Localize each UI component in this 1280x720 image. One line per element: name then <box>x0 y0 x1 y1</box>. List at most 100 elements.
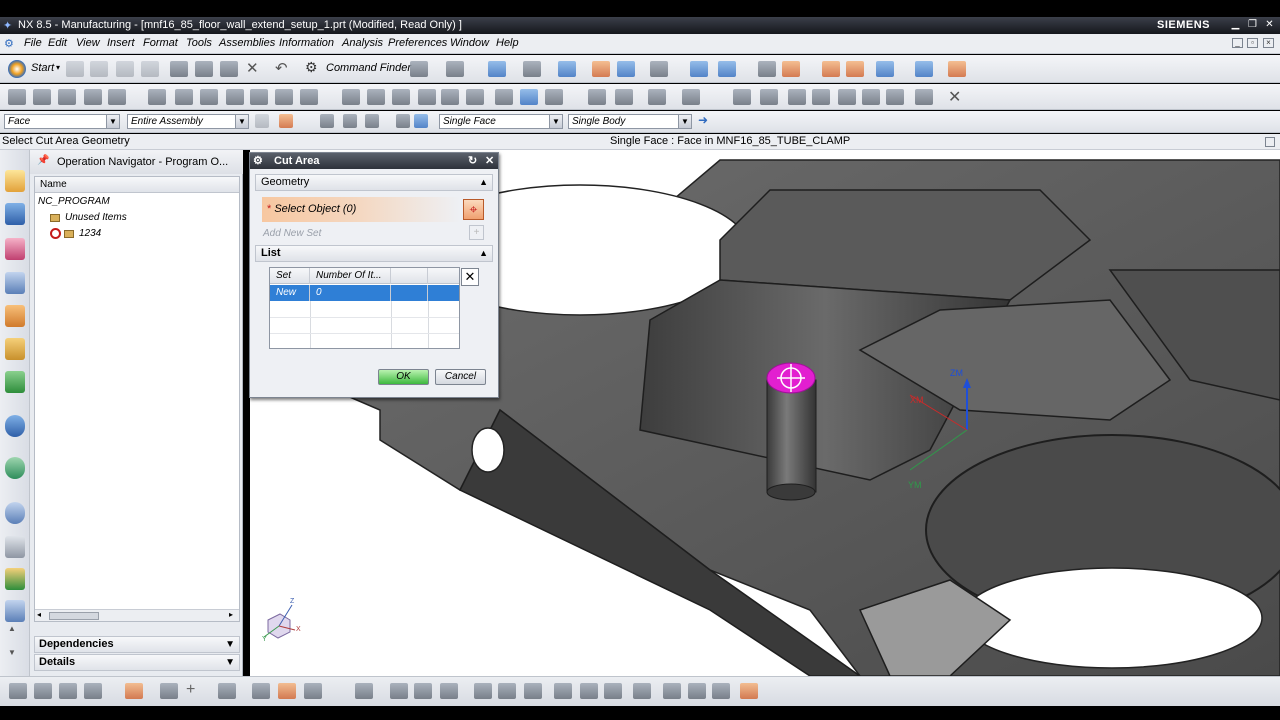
display-icon[interactable] <box>392 89 410 105</box>
generate-icon[interactable] <box>846 61 864 77</box>
menu-insert[interactable]: Insert <box>107 37 135 49</box>
column-set[interactable]: Set <box>270 268 310 284</box>
offset-icon[interactable] <box>862 89 880 105</box>
method-icon[interactable] <box>226 89 244 105</box>
face-rule-select[interactable]: Single Face ▼ <box>439 114 563 129</box>
undo-icon[interactable]: ↶ <box>275 59 288 77</box>
geometry-view-icon[interactable] <box>690 61 708 77</box>
doc-close-icon[interactable]: × <box>1263 38 1274 48</box>
add-new-set-icon[interactable]: + <box>469 225 484 240</box>
feed-icon[interactable] <box>615 89 633 105</box>
wcs-icon[interactable] <box>782 61 800 77</box>
arrow-right-icon[interactable]: ➜ <box>698 113 708 127</box>
tree-node-nc-program[interactable]: NC_PROGRAM <box>35 194 239 210</box>
bottom-tool-14-icon[interactable] <box>474 683 492 699</box>
bottom-tool-18-icon[interactable] <box>580 683 598 699</box>
wave-icon[interactable] <box>760 89 778 105</box>
bottom-tool-5-icon[interactable] <box>160 683 178 699</box>
trim-icon[interactable] <box>915 89 933 105</box>
bottom-tool-3-icon[interactable] <box>59 683 77 699</box>
information-icon[interactable] <box>446 61 464 77</box>
create-operation-icon[interactable] <box>108 89 126 105</box>
scrollbar-thumb[interactable] <box>49 612 99 620</box>
table-row[interactable]: New 0 <box>270 285 459 301</box>
tab-reuse-library[interactable] <box>5 371 25 393</box>
tab-operation-navigator[interactable] <box>5 272 25 294</box>
plus-icon[interactable]: + <box>186 681 195 699</box>
column-number-of-items[interactable]: Number Of It... <box>310 268 391 284</box>
body-icon[interactable] <box>414 114 428 128</box>
print-icon[interactable] <box>141 61 159 77</box>
tab-feature-navigator[interactable] <box>5 338 25 360</box>
tab-help[interactable] <box>5 415 25 437</box>
cancel-button[interactable]: Cancel <box>435 369 486 385</box>
menu-tools[interactable]: Tools <box>186 37 212 49</box>
menu-file[interactable]: File <box>24 37 42 49</box>
reset-icon[interactable]: ↻ <box>468 154 477 167</box>
new-icon[interactable] <box>66 61 84 77</box>
open-icon[interactable] <box>90 61 108 77</box>
layer-icon[interactable] <box>758 61 776 77</box>
create-tool-icon[interactable] <box>33 89 51 105</box>
create-method-icon[interactable] <box>84 89 102 105</box>
filter-reset-icon[interactable] <box>255 114 269 128</box>
dialog-title-bar[interactable]: ⚙ Cut Area ↻ ✕ <box>250 153 498 169</box>
save-icon[interactable] <box>116 61 134 77</box>
restore-icon[interactable]: ❐ <box>1246 19 1259 31</box>
doc-minimize-icon[interactable]: _ <box>1232 38 1243 48</box>
details-panel[interactable]: Details ▼ <box>34 654 240 671</box>
transform-icon[interactable] <box>367 89 385 105</box>
bottom-tool-22-icon[interactable] <box>688 683 706 699</box>
body-rule-select[interactable]: Single Body ▼ <box>568 114 692 129</box>
tab-machine-navigator[interactable] <box>5 305 25 327</box>
scroll-down-icon[interactable]: ▼ <box>8 648 16 657</box>
measure-icon[interactable] <box>948 61 966 77</box>
bottom-tool-16-icon[interactable] <box>524 683 542 699</box>
rectangle-method-icon[interactable] <box>365 114 379 128</box>
list-icon[interactable] <box>441 89 459 105</box>
machine-tool-view-icon[interactable] <box>718 61 736 77</box>
snap-point-icon[interactable] <box>822 61 840 77</box>
menu-format[interactable]: Format <box>143 37 178 49</box>
replay-icon[interactable] <box>418 89 436 105</box>
start-dropdown-icon[interactable]: ▾ <box>56 63 60 72</box>
scroll-up-icon[interactable]: ▲ <box>8 624 16 633</box>
tab-history[interactable] <box>5 502 25 524</box>
horizontal-scrollbar[interactable]: ◂ ▸ <box>35 609 239 621</box>
menu-window[interactable]: Window <box>450 37 489 49</box>
bottom-tool-8-icon[interactable] <box>278 683 296 699</box>
bottom-tool-13-icon[interactable] <box>440 683 458 699</box>
roles-icon[interactable] <box>410 61 428 77</box>
bottom-tool-12-icon[interactable] <box>414 683 432 699</box>
bottom-tool-23-icon[interactable] <box>712 683 730 699</box>
select-object-row[interactable]: * Select Object (0) <box>262 197 460 222</box>
window-layout-icon[interactable] <box>650 61 668 77</box>
show-hide-icon[interactable] <box>396 114 410 128</box>
fit-view-icon[interactable] <box>488 61 506 77</box>
close-icon[interactable]: ✕ <box>1263 19 1276 31</box>
type-filter-select[interactable]: Face ▼ <box>4 114 120 129</box>
menu-assemblies[interactable]: Assemblies <box>219 37 275 49</box>
tab-system-materials[interactable] <box>5 600 25 622</box>
tab-constraint-navigator[interactable] <box>5 203 25 225</box>
tree-node-unused-items[interactable]: Unused Items <box>35 210 239 226</box>
menu-view[interactable]: View <box>76 37 100 49</box>
remove-set-icon[interactable]: ✕ <box>461 268 479 286</box>
menu-analysis[interactable]: Analysis <box>342 37 383 49</box>
save-cls-icon[interactable] <box>545 89 563 105</box>
doc-restore-icon[interactable]: ▫ <box>1247 38 1258 48</box>
blend-icon[interactable] <box>886 89 904 105</box>
cut-object-icon[interactable] <box>275 89 293 105</box>
boolean-icon[interactable] <box>788 89 806 105</box>
menu-preferences[interactable]: Preferences <box>388 37 447 49</box>
copy-icon[interactable] <box>195 61 213 77</box>
remove-icon[interactable]: ✕ <box>948 87 961 107</box>
bottom-tool-15-icon[interactable] <box>498 683 516 699</box>
scroll-left-icon[interactable]: ◂ <box>37 610 41 619</box>
bottom-tool-7-icon[interactable] <box>252 683 270 699</box>
cylinder-post[interactable] <box>766 379 817 493</box>
select-crosshair-icon[interactable]: ⌖ <box>463 199 484 220</box>
tool-path-edit-icon[interactable] <box>588 89 606 105</box>
general-selection-icon[interactable] <box>279 114 293 128</box>
postprocess-icon[interactable] <box>915 61 933 77</box>
